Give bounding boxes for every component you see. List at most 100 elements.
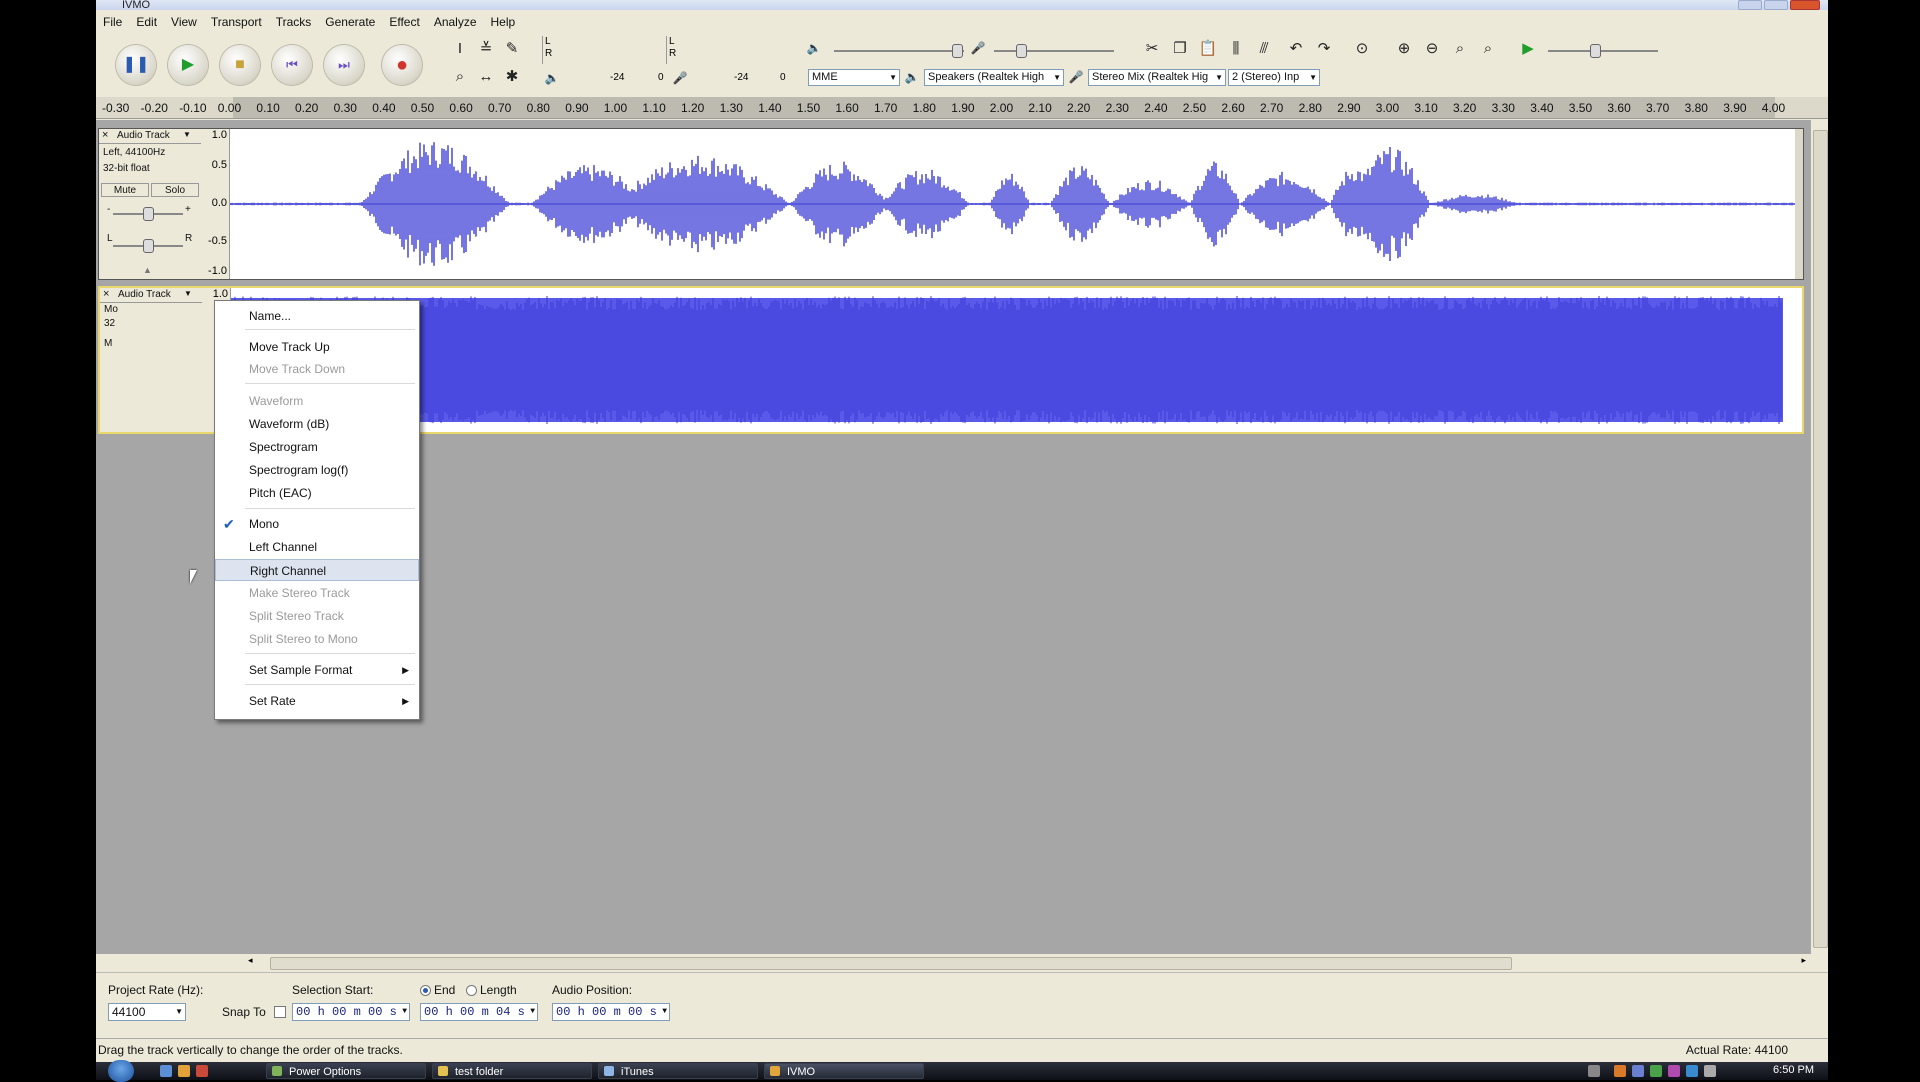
menu-item-spectrogram[interactable]: Spectrogram xyxy=(215,436,419,458)
zoom-out-icon[interactable]: ⊖ xyxy=(1422,39,1442,59)
fit-project-icon[interactable]: ⌕ xyxy=(1478,39,1498,59)
menu-tracks[interactable]: Tracks xyxy=(269,15,319,29)
track1-waveform[interactable] xyxy=(230,129,1796,279)
track1-name-button[interactable]: Audio Track xyxy=(117,130,170,141)
chevron-down-icon[interactable]: ▼ xyxy=(183,130,191,139)
menu-item-move-track-up[interactable]: Move Track Up xyxy=(215,336,419,358)
menu-item-name[interactable]: Name... xyxy=(215,305,419,327)
envelope-tool-icon[interactable]: ≚ xyxy=(476,39,496,59)
menu-help[interactable]: Help xyxy=(484,15,523,29)
track2-waveform[interactable] xyxy=(231,288,1797,432)
tray-app-icon[interactable] xyxy=(1668,1065,1680,1077)
trim-icon[interactable]: ⫼ xyxy=(1226,39,1246,59)
end-radio[interactable] xyxy=(420,985,431,996)
close-window-button[interactable] xyxy=(1790,0,1820,10)
menu-transport[interactable]: Transport xyxy=(204,15,269,29)
vertical-scrollbar[interactable] xyxy=(1810,120,1828,954)
menu-item-pitch-eac[interactable]: Pitch (EAC) xyxy=(215,482,419,504)
cut-icon[interactable]: ✂ xyxy=(1142,39,1162,59)
stop-button[interactable]: ■ xyxy=(220,45,260,85)
playback-meter[interactable]: L R xyxy=(542,36,653,64)
menu-item-set-sample-format[interactable]: Set Sample Format ▶ xyxy=(215,659,419,681)
menu-item-right-channel[interactable]: Right Channel xyxy=(215,559,419,581)
browser-icon[interactable] xyxy=(196,1065,208,1077)
menu-item-left-channel[interactable]: Left Channel xyxy=(215,536,419,558)
scroll-left-icon[interactable]: ◂ xyxy=(248,955,253,966)
menu-edit[interactable]: Edit xyxy=(129,15,164,29)
track1-pan-thumb[interactable] xyxy=(143,239,154,253)
timeshift-tool-icon[interactable]: ↔ xyxy=(476,67,496,87)
taskbar-itunes[interactable]: iTunes xyxy=(598,1063,758,1079)
track1-close-icon[interactable]: × xyxy=(102,129,108,141)
menu-item-mono[interactable]: ✔ Mono xyxy=(215,513,419,535)
selection-end-field[interactable]: 00 h 00 m 04 s ▼ xyxy=(420,1003,538,1021)
network-icon[interactable] xyxy=(1686,1065,1698,1077)
play-speed-thumb[interactable] xyxy=(1590,44,1601,58)
input-channels-select[interactable]: 2 (Stereo) Inp ▼ xyxy=(1228,69,1320,86)
copy-icon[interactable]: ❐ xyxy=(1170,39,1190,59)
taskbar-ivmo[interactable]: IVMO xyxy=(764,1063,924,1079)
tray-app-icon[interactable] xyxy=(1614,1065,1626,1077)
output-device-select[interactable]: Speakers (Realtek High ▼ xyxy=(924,69,1064,86)
track2-close-icon[interactable]: × xyxy=(103,288,109,300)
minimize-button[interactable] xyxy=(1738,0,1762,10)
skip-start-button[interactable]: ⏮ xyxy=(272,45,312,85)
input-volume-slider[interactable] xyxy=(994,44,1114,58)
maximize-button[interactable] xyxy=(1764,0,1788,10)
menu-analyze[interactable]: Analyze xyxy=(427,15,484,29)
menu-item-set-rate[interactable]: Set Rate ▶ xyxy=(215,690,419,712)
selection-start-field[interactable]: 00 h 00 m 00 s ▼ xyxy=(292,1003,410,1021)
timeline-ruler[interactable]: -0.30 -0.20 -0.10 0.00 0.10 0.20 0.30 0.40 0.50 0… xyxy=(96,97,1828,119)
play-button[interactable]: ▶ xyxy=(168,45,208,85)
multi-tool-icon[interactable]: ✱ xyxy=(502,67,522,87)
track1-solo-button[interactable]: Solo xyxy=(151,183,199,197)
quick-launch-icon[interactable] xyxy=(178,1065,190,1077)
chevron-down-icon[interactable]: ▼ xyxy=(184,289,192,298)
tray-app-icon[interactable] xyxy=(1650,1065,1662,1077)
track1-gain-slider[interactable] xyxy=(113,207,183,221)
output-volume-thumb[interactable] xyxy=(952,44,963,58)
silence-icon[interactable]: ⫻ xyxy=(1254,39,1274,59)
menu-file[interactable]: File xyxy=(96,15,129,29)
record-button[interactable]: ● xyxy=(382,45,422,85)
recording-meter[interactable]: L R xyxy=(666,36,783,64)
audio-host-select[interactable]: MME ▼ xyxy=(808,69,900,86)
audio-position-field[interactable]: 00 h 00 m 00 s ▼ xyxy=(552,1003,670,1021)
length-radio[interactable] xyxy=(466,985,477,996)
zoom-in-icon[interactable]: ⊕ xyxy=(1394,39,1414,59)
draw-tool-icon[interactable]: ✎ xyxy=(502,39,522,59)
taskbar-test-folder[interactable]: test folder xyxy=(432,1063,592,1079)
play-speed-slider[interactable] xyxy=(1548,44,1658,58)
input-device-select[interactable]: Stereo Mix (Realtek Hig ▼ xyxy=(1088,69,1226,86)
selection-tool-icon[interactable]: I xyxy=(450,39,470,59)
snap-to-checkbox[interactable] xyxy=(274,1006,286,1018)
fit-selection-icon[interactable]: ⌕ xyxy=(1450,39,1470,59)
menu-effect[interactable]: Effect xyxy=(382,15,426,29)
scroll-right-icon[interactable]: ▸ xyxy=(1801,955,1806,966)
track1-mute-button[interactable]: Mute xyxy=(101,183,149,197)
paste-icon[interactable]: 📋 xyxy=(1198,39,1218,59)
menu-generate[interactable]: Generate xyxy=(318,15,382,29)
track2-name-button[interactable]: Audio Track xyxy=(118,289,171,300)
input-volume-thumb[interactable] xyxy=(1016,44,1027,58)
audio-track-1[interactable]: × Audio Track ▼ Left, 44100Hz 32-bit flo… xyxy=(98,128,1804,280)
taskbar-power-options[interactable]: Power Options xyxy=(266,1063,426,1079)
horizontal-scroll-thumb[interactable] xyxy=(270,957,1512,970)
menu-item-spectrogram-logf[interactable]: Spectrogram log(f) xyxy=(215,459,419,481)
play-at-speed-icon[interactable]: ▶ xyxy=(1518,39,1538,59)
tray-app-icon[interactable] xyxy=(1632,1065,1644,1077)
zoom-tool-icon[interactable]: ⌕ xyxy=(450,67,470,87)
volume-icon[interactable] xyxy=(1704,1065,1716,1077)
menu-item-waveform-db[interactable]: Waveform (dB) xyxy=(215,413,419,435)
track1-gain-thumb[interactable] xyxy=(143,207,154,221)
keyboard-icon[interactable] xyxy=(1588,1065,1600,1077)
start-button[interactable] xyxy=(108,1060,134,1082)
show-desktop-icon[interactable] xyxy=(160,1065,172,1077)
output-volume-slider[interactable] xyxy=(834,44,964,58)
vertical-scroll-thumb[interactable] xyxy=(1813,130,1828,948)
menu-view[interactable]: View xyxy=(164,15,204,29)
sync-lock-icon[interactable]: ⊙ xyxy=(1352,39,1372,59)
undo-icon[interactable]: ↶ xyxy=(1286,39,1306,59)
track1-pan-slider[interactable] xyxy=(113,239,183,253)
pause-button[interactable]: ❚❚ xyxy=(116,45,156,85)
